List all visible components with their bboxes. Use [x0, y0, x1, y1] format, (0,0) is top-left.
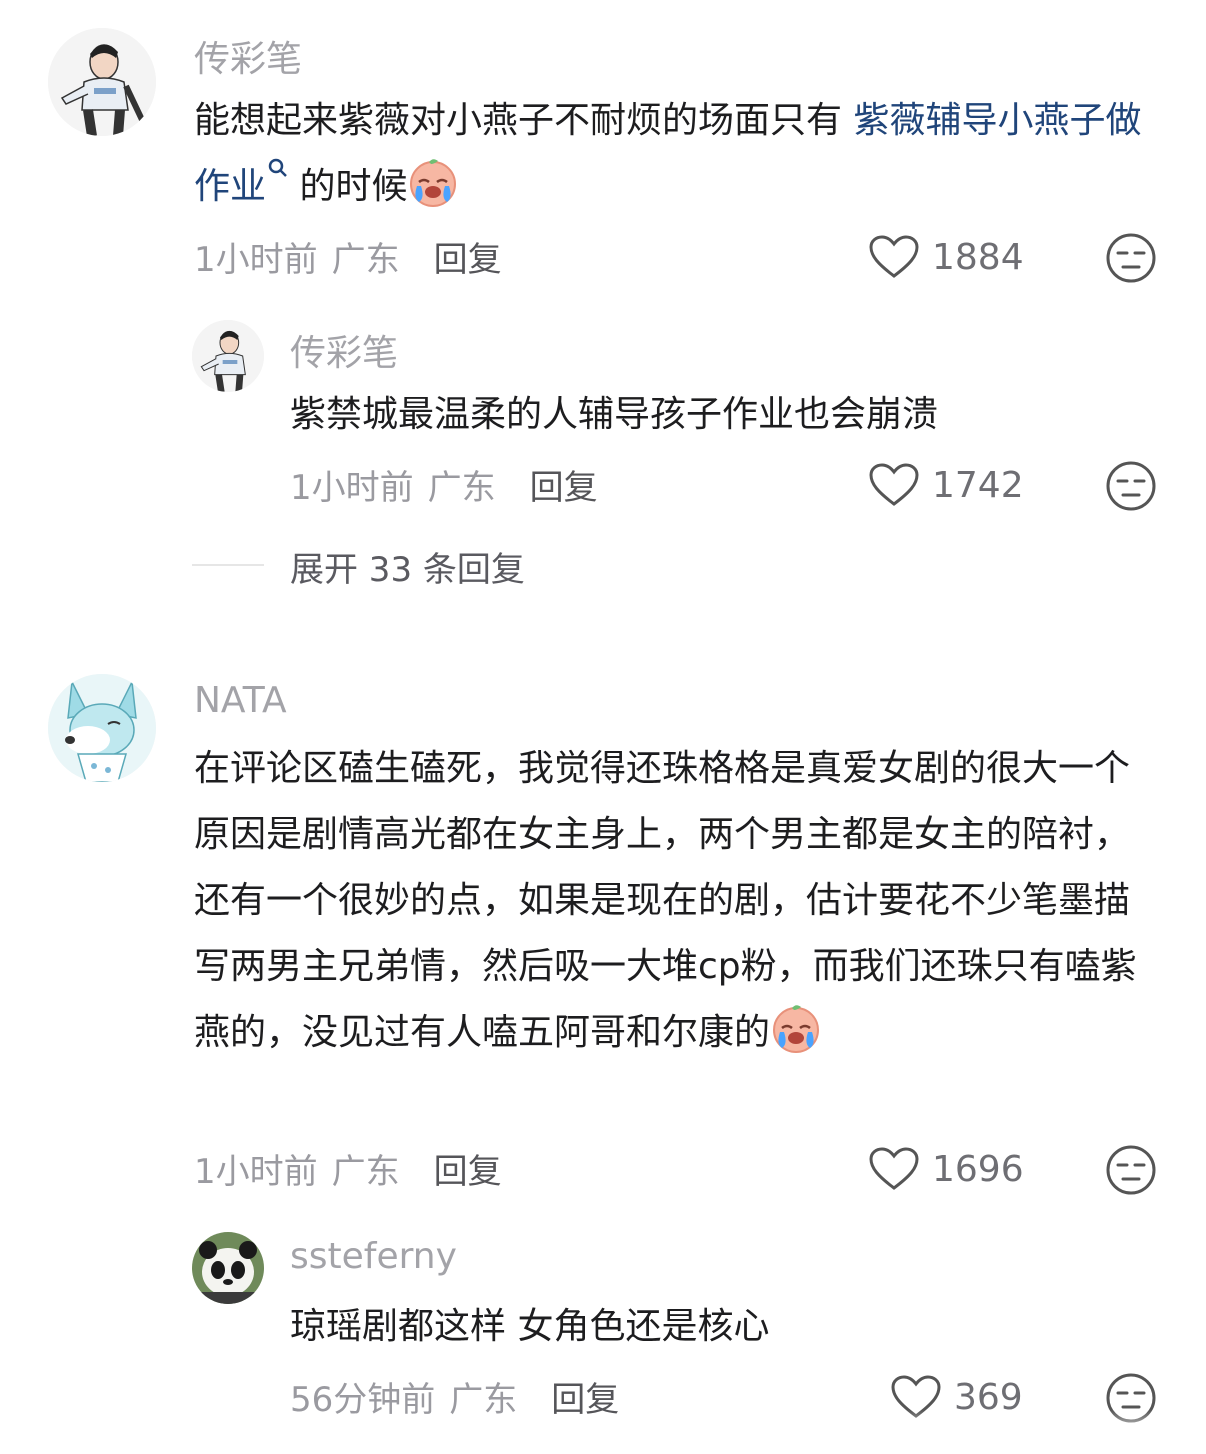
avatar[interactable]: [48, 28, 156, 136]
timestamp: 1小时前: [290, 467, 414, 508]
location: 广东: [449, 1379, 518, 1420]
search-icon: [268, 158, 287, 177]
reply-meta: 1小时前 广东 回复: [290, 460, 598, 508]
username[interactable]: NATA: [194, 680, 287, 721]
username[interactable]: ssteferny: [290, 1236, 457, 1277]
heart-outline-icon: [869, 463, 919, 506]
comment-text-suffix: 的时候: [288, 166, 408, 207]
like-button[interactable]: 1696: [868, 1144, 1024, 1194]
like-count: 1696: [932, 1148, 1024, 1190]
reply-button[interactable]: 回复: [434, 232, 502, 281]
username[interactable]: 传彩笔: [290, 324, 398, 376]
dislike-button[interactable]: [1105, 460, 1157, 512]
avatar[interactable]: [48, 674, 156, 782]
comment-meta: 1小时前 广东 回复: [194, 1144, 502, 1192]
crying-face-emoji: [770, 1002, 822, 1076]
comment-meta: 1小时前 广东 回复: [194, 232, 502, 280]
divider: [192, 564, 264, 566]
timestamp: 56分钟前: [290, 1379, 436, 1420]
location: 广东: [331, 239, 400, 280]
reply-button[interactable]: 回复: [551, 1372, 619, 1421]
like-button[interactable]: 1742: [868, 460, 1024, 510]
comment-text-prefix: 能想起来紫薇对小燕子不耐烦的场面只有: [194, 100, 854, 141]
comment-text: 能想起来紫薇对小燕子不耐烦的场面只有 紫薇辅导小燕子做作业 的时候: [194, 88, 1174, 230]
location: 广东: [331, 1151, 400, 1192]
reply-button[interactable]: 回复: [530, 460, 598, 509]
crying-face-emoji: [407, 156, 459, 230]
avatar[interactable]: [192, 1232, 264, 1304]
heart-outline-icon: [869, 1147, 919, 1190]
dislike-button[interactable]: [1105, 232, 1157, 284]
like-button[interactable]: 1884: [868, 232, 1024, 282]
reply-button[interactable]: 回复: [434, 1144, 502, 1193]
timestamp: 1小时前: [194, 1151, 318, 1192]
like-count: 1884: [932, 236, 1024, 278]
unamused-face-icon: [1106, 461, 1156, 511]
bottom-fade: [840, 1410, 1206, 1454]
heart-outline-icon: [869, 235, 919, 278]
username[interactable]: 传彩笔: [194, 30, 302, 82]
avatar[interactable]: [192, 320, 264, 392]
unamused-face-icon: [1106, 233, 1156, 283]
comment-text-body: 在评论区磕生磕死，我觉得还珠格格是真爱女剧的很大一个原因是剧情高光都在女主身上，…: [194, 748, 1137, 1053]
reply-text: 紫禁城最温柔的人辅导孩子作业也会崩溃: [290, 394, 939, 435]
dislike-button[interactable]: [1105, 1144, 1157, 1196]
comment-text: 在评论区磕生磕死，我觉得还珠格格是真爱女剧的很大一个原因是剧情高光都在女主身上，…: [194, 736, 1158, 1076]
like-count: 1742: [932, 464, 1024, 506]
reply-meta: 56分钟前 广东 回复: [290, 1372, 619, 1420]
location: 广东: [427, 467, 496, 508]
unamused-face-icon: [1106, 1145, 1156, 1195]
reply-text: 琼瑶剧都这样 女角色还是核心: [290, 1306, 770, 1347]
expand-replies-button[interactable]: 展开 33 条回复: [290, 542, 525, 591]
timestamp: 1小时前: [194, 239, 318, 280]
